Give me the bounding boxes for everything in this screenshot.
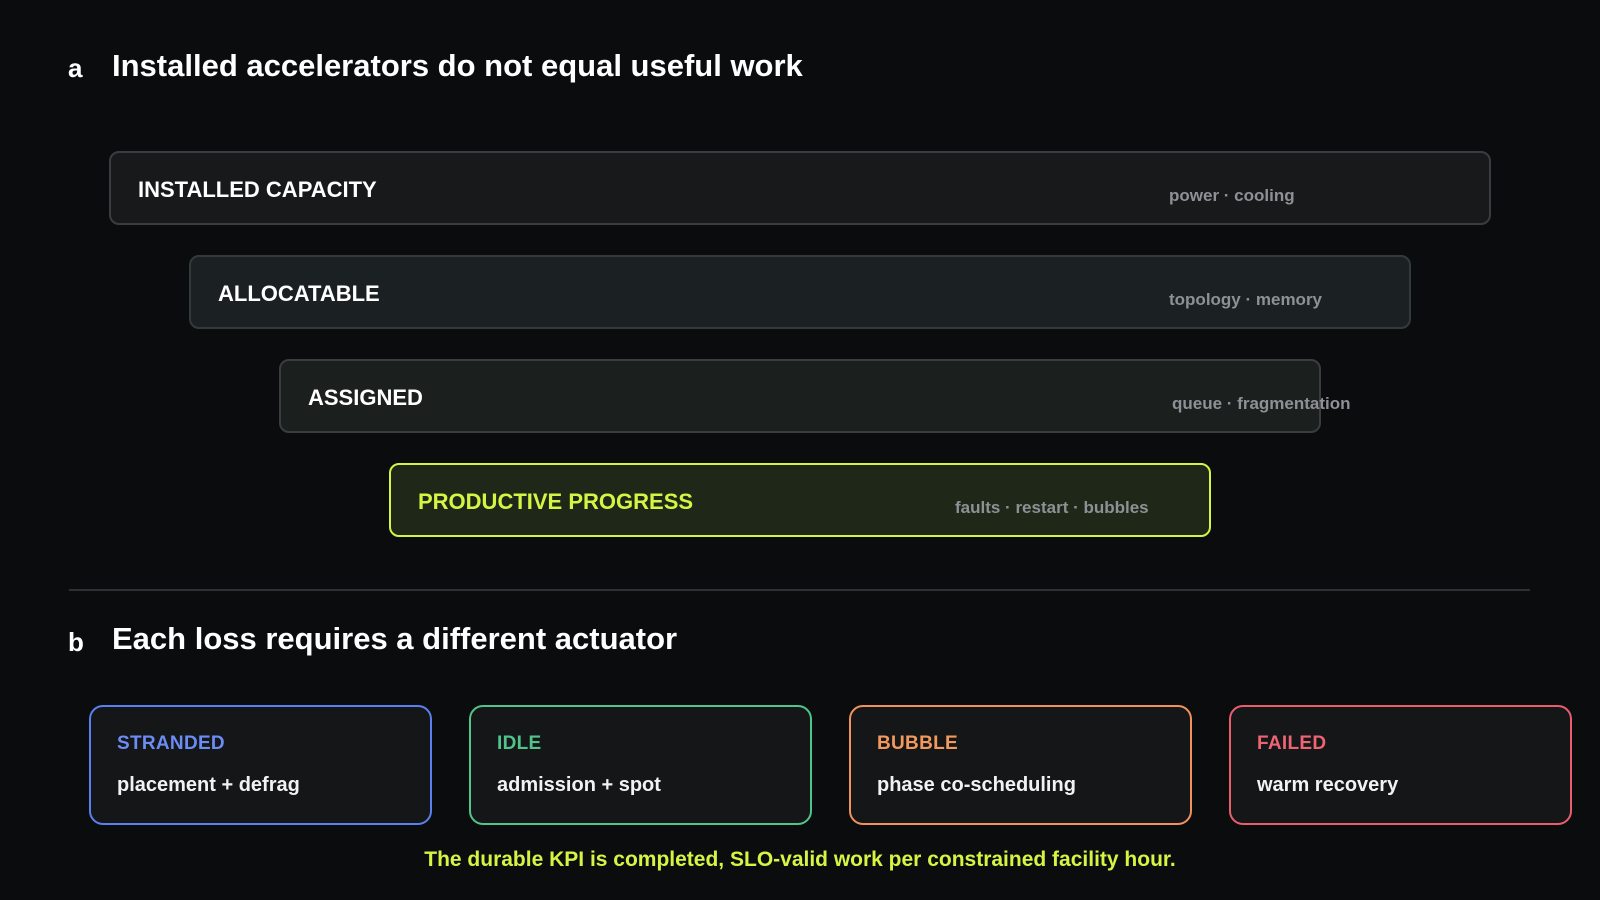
tier-label: INSTALLED CAPACITY: [138, 177, 377, 202]
panel-b-letter: b: [68, 627, 84, 657]
tier-loss-note: faults · restart · bubbles: [955, 498, 1149, 517]
panel-a-title: Installed accelerators do not equal usef…: [112, 48, 803, 83]
tier-label: PRODUCTIVE PROGRESS: [418, 489, 694, 514]
tier-label: ASSIGNED: [308, 385, 423, 410]
tier-loss-note: topology · memory: [1169, 290, 1323, 309]
loss-card-bubble: BUBBLE phase co-scheduling: [849, 705, 1192, 825]
tier-productive-progress: PRODUCTIVE PROGRESS faults · restart · b…: [389, 463, 1211, 537]
loss-card-actuator: warm recovery: [1257, 774, 1399, 796]
loss-card-label: BUBBLE: [877, 733, 958, 754]
panel-a-letter: a: [68, 53, 83, 83]
tier-assigned: ASSIGNED queue · fragmentation: [279, 359, 1351, 433]
loss-card-actuator: phase co-scheduling: [877, 774, 1076, 796]
panel-b-title: Each loss requires a different actuator: [112, 621, 678, 656]
loss-card-idle: IDLE admission + spot: [469, 705, 812, 825]
loss-card-label: FAILED: [1257, 733, 1327, 754]
loss-card-stranded: STRANDED placement + defrag: [89, 705, 432, 825]
tier-loss-note: power · cooling: [1169, 186, 1295, 205]
kpi-footer-note: The durable KPI is completed, SLO-valid …: [424, 848, 1176, 871]
tier-loss-note: queue · fragmentation: [1172, 394, 1351, 413]
loss-card-label: IDLE: [497, 733, 542, 754]
panel-divider: [69, 589, 1530, 591]
tier-installed-capacity: INSTALLED CAPACITY power · cooling: [109, 151, 1491, 225]
loss-card-label: STRANDED: [117, 733, 225, 754]
loss-card-actuator: placement + defrag: [117, 774, 300, 796]
loss-card-failed: FAILED warm recovery: [1229, 705, 1572, 825]
loss-card-actuator: admission + spot: [497, 774, 661, 796]
tier-label: ALLOCATABLE: [218, 281, 380, 306]
tier-allocatable: ALLOCATABLE topology · memory: [189, 255, 1411, 329]
